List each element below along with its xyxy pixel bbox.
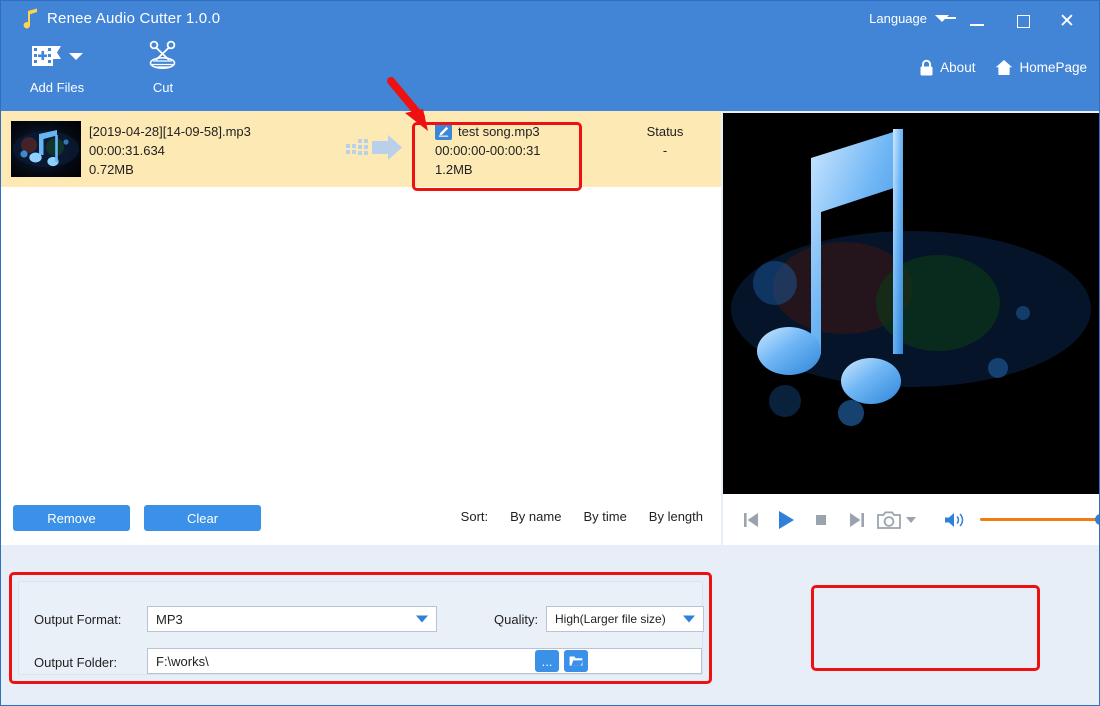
status-badge: - (662, 143, 668, 158)
folder-open-icon[interactable] (564, 650, 588, 672)
add-files-dropdown-icon[interactable] (69, 52, 83, 60)
output-format-select[interactable]: MP3 (147, 606, 437, 632)
quality-select[interactable]: High(Larger file size) (546, 606, 704, 632)
cut-button[interactable]: Cut (121, 39, 205, 95)
status-header: Status (646, 124, 684, 139)
camera-icon[interactable] (874, 500, 904, 540)
audio-thumbnail (11, 121, 81, 177)
audio-thumbnail-art (13, 130, 79, 167)
snapshot-dropdown-icon[interactable] (904, 500, 919, 540)
list-footer: Remove Clear Sort: By name By time By le… (1, 496, 721, 545)
clear-button[interactable]: Clear (144, 505, 261, 531)
player-controls (723, 494, 1099, 545)
close-icon: ✕ (1059, 10, 1075, 32)
maximize-icon (1016, 14, 1030, 28)
output-folder-label: Output Folder: (34, 655, 118, 670)
about-label: About (940, 60, 976, 75)
target-file-name: test song.mp3 (458, 124, 540, 139)
language-label: Language (869, 11, 927, 26)
window-title: Renee Audio Cutter 1.0.0 (47, 10, 221, 27)
home-icon (996, 60, 1013, 75)
chevron-down-icon (935, 15, 956, 22)
add-files-label: Add Files (29, 80, 85, 95)
source-file-info: [2019-04-28][14-09-58].mp3 00:00:31.634 … (89, 122, 251, 179)
volume-slider-knob[interactable] (1094, 514, 1099, 525)
cut-label: Cut (152, 80, 174, 95)
volume-slider[interactable] (980, 514, 1099, 525)
sort-controls: Sort: By name By time By length (461, 509, 703, 524)
quality-value: High(Larger file size) (555, 612, 666, 626)
minimize-button[interactable] (957, 7, 997, 35)
volume-icon[interactable] (937, 500, 972, 540)
browse-folder-button[interactable]: ... (535, 650, 559, 672)
status-column: Status - (601, 122, 729, 160)
homepage-link[interactable]: HomePage (995, 59, 1087, 76)
table-row[interactable]: [2019-04-28][14-09-58].mp3 00:00:31.634 … (1, 111, 721, 187)
quality-label: Quality: (494, 612, 539, 627)
homepage-label: HomePage (1019, 60, 1087, 75)
output-format-value: MP3 (156, 611, 183, 627)
target-range: 00:00:00-00:00:31 (435, 143, 541, 158)
minimize-icon (970, 24, 984, 26)
sort-label: Sort: (460, 509, 489, 524)
music-note-icon (23, 8, 37, 29)
target-name-row: test song.mp3 (435, 122, 541, 141)
lock-icon (920, 59, 933, 76)
sort-by-name[interactable]: By name (510, 509, 561, 524)
language-selector[interactable]: Language (869, 11, 956, 26)
sort-by-time[interactable]: By time (583, 509, 626, 524)
close-button[interactable]: ✕ (1047, 7, 1087, 35)
title-bar: Renee Audio Cutter 1.0.0 Language ✕ Add … (1, 1, 1099, 111)
output-folder-value: F:\works\ (156, 653, 209, 669)
application-window: Renee Audio Cutter 1.0.0 Language ✕ Add … (0, 0, 1100, 706)
file-list: [2019-04-28][14-09-58].mp3 00:00:31.634 … (1, 111, 721, 496)
output-settings-group: Output Format: MP3 Quality: High(Larger … (18, 581, 704, 675)
stop-icon[interactable] (804, 500, 839, 540)
sort-by-length[interactable]: By length (649, 509, 703, 524)
output-folder-input[interactable]: F:\works\ (147, 648, 702, 674)
skip-previous-icon[interactable] (733, 500, 768, 540)
about-link[interactable]: About (919, 59, 975, 76)
chevron-down-icon (416, 615, 428, 623)
cut-icon-row (146, 39, 180, 73)
add-files-icon-row (31, 39, 83, 73)
target-file-info: test song.mp3 00:00:00-00:00:31 1.2MB (435, 122, 541, 179)
skip-next-icon[interactable] (839, 500, 874, 540)
play-icon[interactable] (768, 500, 803, 540)
maximize-button[interactable] (1003, 7, 1043, 35)
music-note-artwork (723, 113, 1099, 494)
source-duration: 00:00:31.634 (89, 143, 165, 158)
settings-panel: Output Format: MP3 Quality: High(Larger … (1, 545, 1099, 705)
output-format-label: Output Format: (34, 612, 122, 627)
preview-panel[interactable] (723, 113, 1099, 494)
convert-arrow-icon (346, 133, 404, 168)
edit-pencil-icon[interactable] (435, 123, 452, 140)
remove-button[interactable]: Remove (13, 505, 130, 531)
target-size: 1.2MB (435, 162, 473, 177)
add-files-icon (32, 46, 61, 66)
chevron-down-icon (683, 615, 695, 623)
scissors-icon (149, 40, 176, 69)
add-files-button[interactable]: Add Files (11, 39, 103, 95)
header-links: About HomePage (919, 59, 1087, 76)
source-file-name: [2019-04-28][14-09-58].mp3 (89, 124, 251, 139)
source-size: 0.72MB (89, 162, 134, 177)
